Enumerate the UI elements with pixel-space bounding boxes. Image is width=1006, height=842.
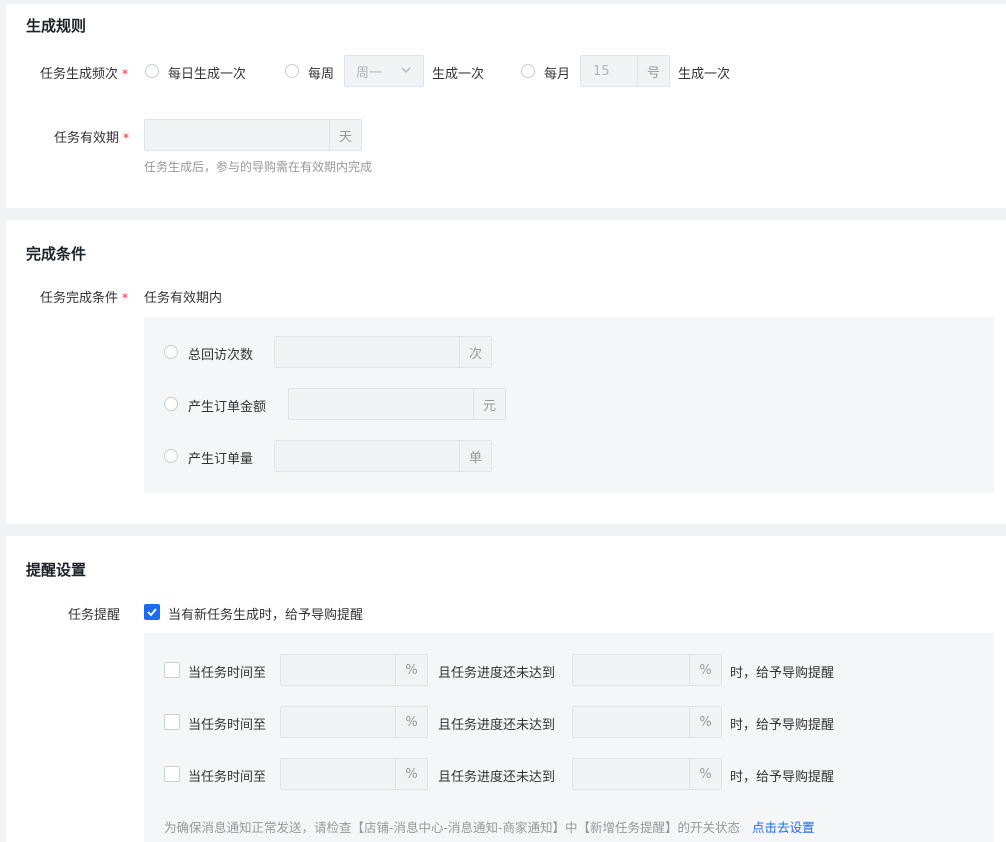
monthly-day-unit: 号 — [637, 56, 669, 86]
weekday-select-value: 周一 — [356, 65, 383, 81]
option-label[interactable]: 产生订单量 — [188, 448, 253, 467]
validity-input[interactable]: 天 — [144, 119, 362, 151]
time-percent-field[interactable] — [281, 655, 395, 685]
time-percent-field[interactable] — [281, 707, 395, 737]
validity-unit: 天 — [329, 120, 361, 150]
weekly-suffix-label: 生成一次 — [432, 67, 485, 82]
remind-settings-card: 提醒设置 任务提醒 当有新任务生成时，给予导购提醒 当任务时间至 % 且任务进度… — [6, 536, 1006, 842]
option-radio[interactable] — [164, 449, 178, 463]
frequency-label: 任务生成频次 * — [40, 67, 129, 82]
section-title-complete: 完成条件 — [26, 245, 87, 263]
monthly-day-input[interactable]: 15 号 — [580, 55, 670, 87]
option-radio[interactable] — [164, 397, 178, 411]
percent-unit: % — [395, 655, 427, 685]
rule-middle: 且任务进度还未达到 — [438, 770, 556, 785]
generate-rules-card: 生成规则 任务生成频次 * 每日生成一次 每周 周一 生成一次 每月 15 号 生… — [6, 4, 1006, 208]
percent-unit: % — [689, 655, 721, 685]
condition-text: 任务有效期内 — [144, 291, 223, 306]
monthly-suffix-label: 生成一次 — [678, 67, 731, 82]
monthly-prefix-label[interactable]: 每月 — [544, 63, 570, 82]
go-settings-link[interactable]: 点击去设置 — [752, 820, 815, 835]
option-label[interactable]: 总回访次数 — [188, 344, 253, 363]
remind-rules-panel: 当任务时间至 % 且任务进度还未达到 % 时，给予导购提醒 当任务时间至 % 且… — [144, 633, 994, 842]
option-field[interactable] — [275, 337, 459, 367]
progress-percent-field[interactable] — [573, 759, 689, 789]
remind-label: 任务提醒 — [68, 608, 121, 623]
progress-percent-input[interactable]: % — [572, 706, 722, 738]
rule-suffix: 时，给予导购提醒 — [730, 666, 835, 681]
weekday-select[interactable]: 周一 — [344, 55, 424, 87]
weekly-prefix-label[interactable]: 每周 — [308, 63, 334, 82]
percent-unit: % — [689, 707, 721, 737]
required-mark: * — [122, 67, 129, 81]
remind-checkbox[interactable] — [144, 604, 160, 620]
time-percent-field[interactable] — [281, 759, 395, 789]
section-title-remind: 提醒设置 — [26, 561, 87, 579]
option-input[interactable]: 单 — [274, 440, 492, 472]
chevron-down-icon — [401, 67, 411, 73]
progress-percent-input[interactable]: % — [572, 654, 722, 686]
percent-unit: % — [395, 759, 427, 789]
rule-checkbox[interactable] — [164, 714, 180, 730]
option-radio[interactable] — [164, 345, 178, 359]
rule-prefix: 当任务时间至 — [188, 770, 267, 785]
rule-prefix: 当任务时间至 — [188, 718, 267, 733]
condition-label: 任务完成条件 * — [40, 291, 129, 306]
option-unit: 单 — [459, 441, 491, 471]
monthly-day-field[interactable]: 15 — [581, 56, 637, 86]
option-label[interactable]: 产生订单金额 — [188, 396, 266, 415]
rule-checkbox[interactable] — [164, 766, 180, 782]
rule-prefix: 当任务时间至 — [188, 666, 267, 681]
complete-conditions-card: 完成条件 任务完成条件 * 任务有效期内 总回访次数 次 产生订单金额 元 产生订… — [6, 220, 1006, 524]
option-unit: 元 — [473, 389, 505, 419]
notice-text: 为确保消息通知正常发送，请检查【店铺-消息中心-消息通知-商家通知】中【新增任务… — [164, 820, 815, 835]
monthly-radio[interactable] — [521, 64, 535, 78]
option-field[interactable] — [289, 389, 473, 419]
rule-middle: 且任务进度还未达到 — [438, 666, 556, 681]
option-input[interactable]: 次 — [274, 336, 492, 368]
validity-hint: 任务生成后，参与的导购需在有效期内完成 — [144, 160, 373, 174]
rule-middle: 且任务进度还未达到 — [438, 718, 556, 733]
progress-percent-input[interactable]: % — [572, 758, 722, 790]
progress-percent-field[interactable] — [573, 655, 689, 685]
percent-unit: % — [689, 759, 721, 789]
weekly-radio[interactable] — [285, 64, 299, 78]
rule-checkbox[interactable] — [164, 662, 180, 678]
check-icon — [147, 608, 157, 617]
rule-suffix: 时，给予导购提醒 — [730, 770, 835, 785]
option-input[interactable]: 元 — [288, 388, 506, 420]
time-percent-input[interactable]: % — [280, 706, 428, 738]
percent-unit: % — [395, 707, 427, 737]
time-percent-input[interactable]: % — [280, 654, 428, 686]
validity-field[interactable] — [145, 120, 329, 150]
progress-percent-field[interactable] — [573, 707, 689, 737]
daily-radio[interactable] — [145, 64, 159, 78]
rule-suffix: 时，给予导购提醒 — [730, 718, 835, 733]
time-percent-input[interactable]: % — [280, 758, 428, 790]
daily-option-label[interactable]: 每日生成一次 — [168, 63, 246, 82]
option-field[interactable] — [275, 441, 459, 471]
option-unit: 次 — [459, 337, 491, 367]
section-title-generate: 生成规则 — [26, 17, 87, 35]
validity-label: 任务有效期 * — [54, 131, 130, 146]
condition-options-panel: 总回访次数 次 产生订单金额 元 产生订单量 单 — [144, 317, 994, 493]
remind-checkbox-label[interactable]: 当有新任务生成时，给予导购提醒 — [168, 604, 363, 623]
